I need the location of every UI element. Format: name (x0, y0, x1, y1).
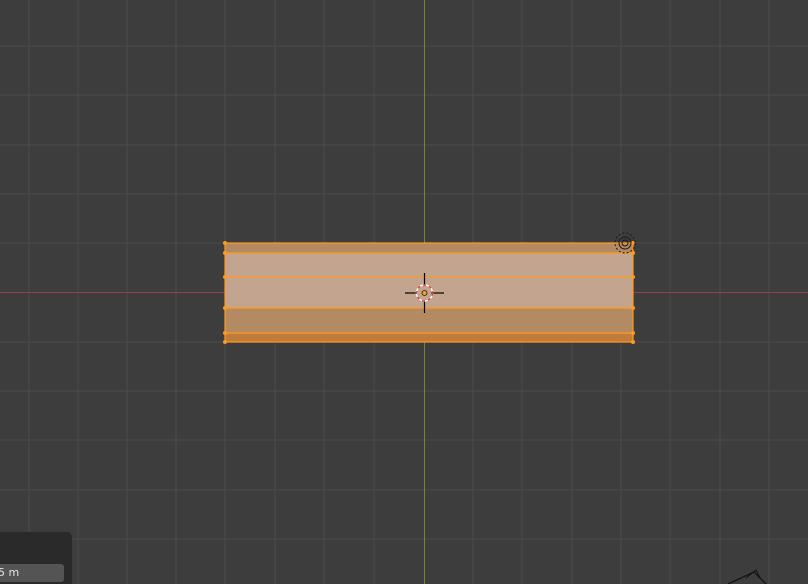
mesh-face-lower[interactable] (225, 308, 633, 333)
object-origin-icon (421, 290, 428, 296)
3d-viewport[interactable] (0, 0, 808, 584)
mesh-vertex[interactable] (223, 241, 227, 245)
mesh-vertex[interactable] (223, 340, 227, 344)
mesh-vertex[interactable] (631, 251, 635, 255)
mesh-vertex[interactable] (223, 306, 227, 310)
camera-object-icon[interactable] (726, 566, 770, 584)
selected-mesh[interactable] (223, 241, 635, 344)
mesh-vertex[interactable] (631, 331, 635, 335)
mesh-face-bottom[interactable] (225, 333, 633, 342)
mesh-vertex[interactable] (631, 275, 635, 279)
mesh-vertex[interactable] (223, 251, 227, 255)
mesh-face-top[interactable] (225, 243, 633, 253)
mesh-vertex[interactable] (223, 275, 227, 279)
operator-panel[interactable]: 5 m (0, 532, 72, 584)
mesh-vertex[interactable] (223, 331, 227, 335)
mesh-vertex[interactable] (631, 306, 635, 310)
mesh-vertex[interactable] (631, 340, 635, 344)
operator-value-field[interactable]: 5 m (0, 564, 64, 582)
